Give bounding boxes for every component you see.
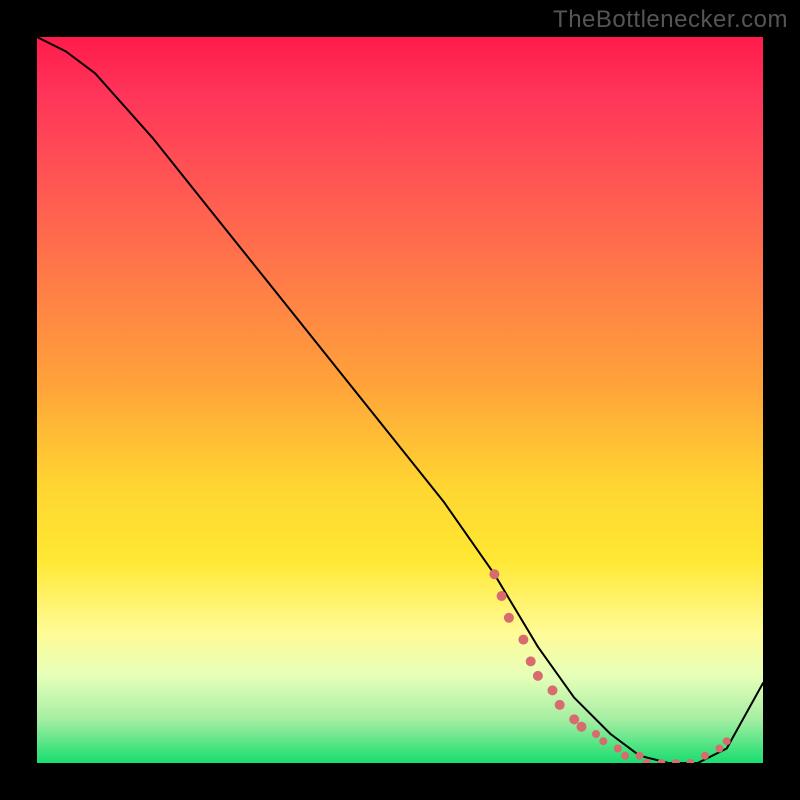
- plot-area: [37, 37, 763, 763]
- curve-layer: [37, 37, 763, 763]
- bottleneck-curve: [37, 37, 763, 763]
- watermark-text: TheBottlenecker.com: [553, 6, 788, 34]
- chart-frame: TheBottlenecker.com: [0, 0, 800, 800]
